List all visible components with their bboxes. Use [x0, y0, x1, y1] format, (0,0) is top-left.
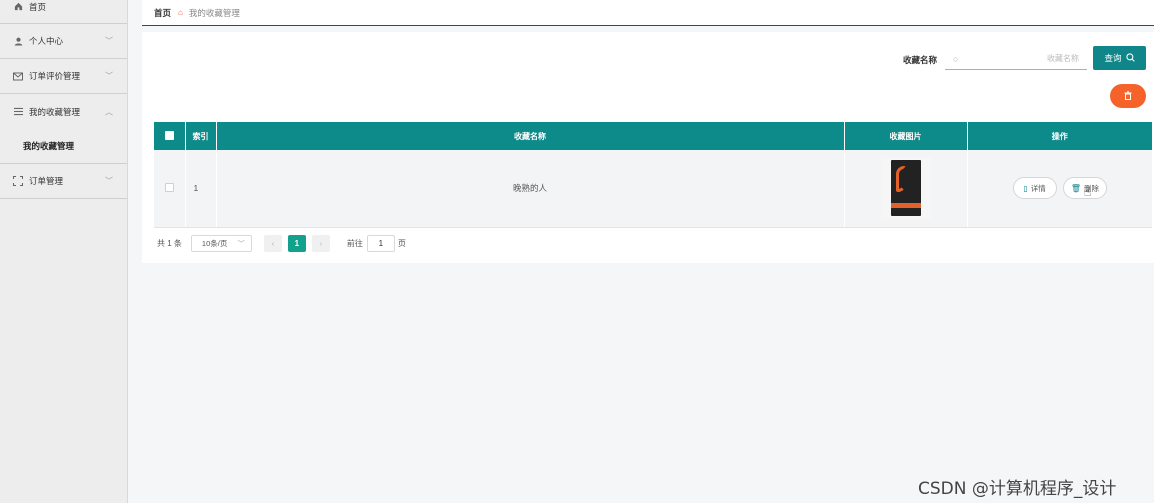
sidebar-item-orders[interactable]: 订单管理 ﹀ — [0, 164, 127, 199]
pagination-total: 共 1 条 — [157, 239, 182, 248]
book-cover-image — [880, 157, 931, 220]
sidebar-item-label: 订单管理 — [29, 176, 64, 186]
next-page-button[interactable]: › — [311, 235, 330, 252]
detail-button[interactable]: ▯ 详情 — [1012, 177, 1057, 200]
goto-page-input[interactable] — [366, 235, 395, 252]
content-card: 收藏名称 ○ 查询 索引 收藏名称 收藏图片 操作 1 晚 — [142, 32, 1154, 263]
detail-button-label: 详情 — [1030, 183, 1046, 193]
chevron-down-icon: ﹀ — [237, 239, 245, 248]
breadcrumb-current: 我的收藏管理 — [188, 7, 240, 18]
column-header-image: 收藏图片 — [844, 122, 968, 150]
chevron-down-icon: ﹀ — [105, 71, 113, 81]
home-icon: ⌂ — [178, 8, 183, 17]
row-index: 1 — [185, 150, 217, 228]
trash-icon: 🗑 — [1070, 183, 1082, 193]
document-icon: ▯ — [1023, 183, 1028, 193]
frame-icon — [13, 176, 23, 186]
column-header-name: 收藏名称 — [216, 122, 845, 150]
search-label: 收藏名称 — [903, 55, 938, 65]
page-size-select[interactable]: 10条/页 ﹀ — [190, 235, 252, 252]
favorites-table: 索引 收藏名称 收藏图片 操作 1 晚熟的人 ▯ 详情 🗑 删除 — [154, 122, 1152, 228]
search-box: ○ — [945, 48, 1087, 70]
submenu-item-favorites[interactable]: 我的收藏管理 — [0, 129, 127, 164]
row-checkbox[interactable] — [164, 182, 174, 192]
search-icon — [1125, 52, 1135, 64]
sidebar-item-label: 首页 — [29, 2, 47, 12]
chevron-down-icon: ﹀ — [105, 36, 113, 46]
sidebar-item-personal-center[interactable]: 个人中心 ﹀ — [0, 24, 127, 59]
query-button-label: 查询 — [1104, 53, 1122, 63]
sidebar-item-home[interactable]: 首页 — [0, 0, 127, 24]
watermark-text: CSDN @计算机程序_设计 — [918, 479, 1117, 499]
sidebar-item-favorites[interactable]: 我的收藏管理 ︿ — [0, 94, 127, 129]
sidebar: 首页 个人中心 ﹀ 订单评价管理 ﹀ 我的收藏管理 ︿ 我的收藏管理 订单管理 … — [0, 0, 128, 503]
search-input[interactable] — [958, 54, 1079, 63]
row-actions-cell: ▯ 详情 🗑 删除 — [967, 150, 1152, 228]
row-image-cell — [844, 150, 968, 228]
page-size-value: 10条/页 — [201, 239, 228, 248]
goto-label: 前往 — [346, 239, 363, 248]
chevron-down-icon: ﹀ — [105, 176, 113, 186]
sidebar-item-label: 我的收藏管理 — [29, 106, 81, 117]
table-row: 1 晚熟的人 ▯ 详情 🗑 删除 — [154, 150, 1152, 228]
chevron-up-icon: ︿ — [105, 107, 113, 116]
column-header-actions: 操作 — [967, 122, 1152, 150]
query-button[interactable]: 查询 — [1093, 46, 1146, 70]
batch-delete-button[interactable] — [1110, 84, 1146, 108]
breadcrumb-home[interactable]: 首页 — [154, 7, 171, 19]
home-icon — [13, 1, 23, 11]
hand-cursor-icon: ☝ — [1084, 185, 1092, 199]
page-suffix-label: 页 — [397, 239, 406, 248]
select-all-cell — [154, 122, 186, 150]
user-icon — [13, 36, 23, 46]
sidebar-item-order-review[interactable]: 订单评价管理 ﹀ — [0, 59, 127, 94]
breadcrumb: 首页 ⌂ 我的收藏管理 — [142, 0, 1154, 26]
row-name: 晚熟的人 — [216, 150, 845, 228]
column-header-index: 索引 — [185, 122, 217, 150]
row-select-cell — [154, 150, 186, 228]
page-number-button[interactable]: 1 — [287, 235, 306, 252]
table-header-row: 索引 收藏名称 收藏图片 操作 — [154, 122, 1152, 150]
sidebar-item-label: 个人中心 — [29, 36, 64, 46]
list-icon — [13, 107, 23, 117]
select-all-checkbox[interactable] — [164, 130, 174, 140]
sidebar-item-label: 订单评价管理 — [29, 71, 81, 81]
mail-icon — [13, 71, 23, 81]
trash-icon — [1124, 90, 1132, 102]
prev-page-button[interactable]: ‹ — [263, 235, 282, 252]
pagination: 共 1 条 10条/页 ﹀ ‹ 1 › 前往 页 — [157, 235, 406, 252]
